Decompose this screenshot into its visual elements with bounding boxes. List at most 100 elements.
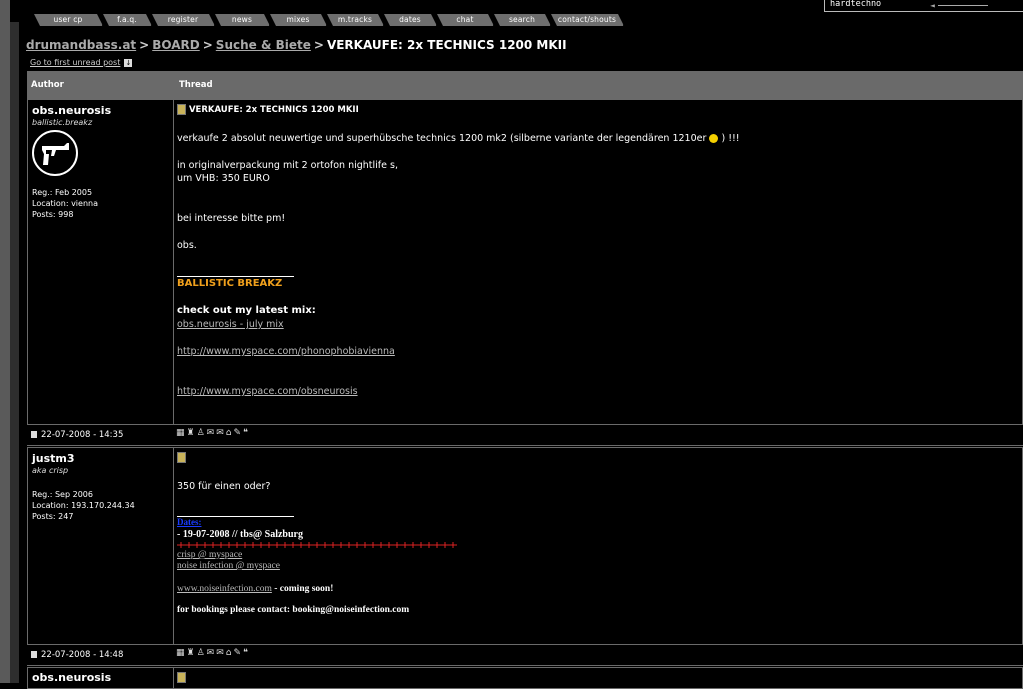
breadcrumb: drumandbass.at > BOARD > Suche & Biete > VERKA… [26,38,567,52]
post-text: bei interesse bitte pm! [177,213,286,224]
first-unread-label: Go to first unread post [30,58,121,67]
post-title [177,452,186,463]
signature-myspace-link[interactable]: http://www.myspace.com/phonophobiavienna [177,346,395,357]
post-text: um VHB: 350 EURO [177,173,270,184]
signature-myspace-link[interactable]: http://www.myspace.com/obsneurosis [177,386,358,397]
tab-dates[interactable]: dates [384,14,437,26]
author-reg-date: Reg.: Sep 2006 [32,490,93,499]
signature-booking: for bookings please contact: booking@noi… [177,605,410,615]
tab-mtracks[interactable]: m.tracks [327,14,384,26]
ip-icon[interactable]: ▦ [176,648,185,659]
tab-mixes[interactable]: mixes [270,14,327,26]
post-author-cell: justm3 aka crisp Reg.: Sep 2006 Location… [27,447,174,645]
author-name[interactable]: obs.neurosis [32,671,111,684]
user-icon[interactable]: ♙ [197,428,205,439]
post-action-icons: ▦ ♜ ♙ ✉ ✉ ⌂ ✎ ❝ [176,428,248,439]
post-date: 22-07-2008 - 14:48 [31,650,123,660]
left-frame-border [0,0,10,683]
breadcrumb-site-link[interactable]: drumandbass.at [26,38,136,52]
edit-icon[interactable]: ✎ [233,428,241,439]
signature-mix-link[interactable]: obs.neurosis - july mix [177,319,284,330]
breadcrumb-forum-link[interactable]: Suche & Biete [216,38,311,52]
post-title: VERKAUFE: 2x TECHNICS 1200 MKII [177,104,359,115]
breadcrumb-separator: > [139,38,150,52]
signature-web-link[interactable]: www.noiseinfection.com [177,584,272,594]
author-name[interactable]: justm3 [32,452,75,465]
tab-user-cp[interactable]: user cp [34,14,103,26]
author-location: Location: vienna [32,199,98,208]
left-frame-inner [10,22,19,683]
author-post-count: Posts: 247 [32,512,74,521]
post-body-cell: 350 für einen oder? Dates: - 19-07-2008 … [173,447,1023,645]
email-icon[interactable]: ✉ [207,428,215,439]
author-column-header: Author [27,71,175,99]
post-text-line: verkaufe 2 absolut neuwertige und superh… [177,133,707,144]
main-nav: user cp f.a.q. register news mixes m.tra… [34,14,624,26]
post-date: 22-07-2008 - 14:35 [31,430,123,440]
edit-icon[interactable]: ✎ [233,648,241,659]
tab-register[interactable]: register [152,14,215,26]
pm-icon[interactable]: ✉ [216,428,224,439]
signature-mix-heading: check out my latest mix: [177,305,316,316]
author-user-title: aka crisp [32,466,69,475]
signature-dates-heading: Dates: [177,517,202,527]
post-footer-bar: 22-07-2008 - 14:35 ▦ ♜ ♙ ✉ ✉ ⌂ ✎ ❝ [27,424,1023,446]
post-title-text: VERKAUFE: 2x TECHNICS 1200 MKII [188,105,359,115]
first-unread-link[interactable]: Go to first unread post ↓ [30,58,133,67]
post-body-cell: VERKAUFE: 2x TECHNICS 1200 MKII verkaufe… [173,99,1023,425]
post-text: verkaufe 2 absolut neuwertige und superh… [177,132,740,145]
post-icon [177,672,186,683]
quote-icon[interactable]: ❝ [243,428,248,439]
genre-select-value: hardtechno [830,0,882,9]
avatar [32,130,78,176]
signature-myspace-link[interactable]: crisp @ myspace [177,550,242,560]
signature-myspace-link[interactable]: noise infection @ myspace [177,561,280,571]
post-document-icon [31,431,37,438]
homepage-icon[interactable]: ⌂ [226,428,232,439]
author-user-title: ballistic.breakz [32,118,93,127]
post-author-cell: obs.neurosis ballistic.breakz Reg.: Feb … [27,99,174,425]
signature-title: BALLISTIC BREAKZ [177,278,283,289]
tab-news[interactable]: news [215,14,270,26]
post-author-cell: obs.neurosis [27,667,174,689]
signature-web-suffix: - coming soon! [274,584,334,594]
pm-icon[interactable]: ✉ [216,648,224,659]
arrow-left-icon: ◄ [930,1,935,10]
tab-faq[interactable]: f.a.q. [103,14,152,26]
tab-contact-shouts[interactable]: contact/shouts [551,14,624,26]
post-title [177,672,186,683]
post-text-line-end: ) !!! [721,133,740,144]
post-date-text: 22-07-2008 - 14:48 [41,650,124,660]
breadcrumb-separator: > [313,38,324,52]
ip-icon[interactable]: ▦ [176,428,185,439]
jump-down-icon: ↓ [124,58,133,67]
signature-red-divider [177,542,457,548]
post-text: in originalverpackung mit 2 ortofon nigh… [177,160,398,171]
author-name[interactable]: obs.neurosis [32,104,111,117]
quote-icon[interactable]: ❝ [243,648,248,659]
signature-web-line: www.noiseinfection.com - coming soon! [177,583,333,596]
profile-icon[interactable]: ♜ [187,648,195,659]
author-post-count: Posts: 998 [32,210,74,219]
breadcrumb-board-link[interactable]: BOARD [152,38,200,52]
email-icon[interactable]: ✉ [207,648,215,659]
homepage-icon[interactable]: ⌂ [226,648,232,659]
author-reg-date: Reg.: Feb 2005 [32,188,93,197]
user-icon[interactable]: ♙ [197,648,205,659]
post-date-text: 22-07-2008 - 14:35 [41,430,124,440]
post-document-icon [31,651,37,658]
profile-icon[interactable]: ♜ [187,428,195,439]
arrow-line [938,5,988,6]
signature-date-entry: - 19-07-2008 // tbs@ Salzburg [177,529,303,540]
signature-divider [177,276,294,277]
post-text: 350 für einen oder? [177,481,271,492]
breadcrumb-separator: > [202,38,213,52]
tab-search[interactable]: search [494,14,551,26]
post-icon [177,452,186,463]
post-footer-bar: 22-07-2008 - 14:48 ▦ ♜ ♙ ✉ ✉ ⌂ ✎ ❝ [27,644,1023,666]
tab-chat[interactable]: chat [437,14,494,26]
post-body-cell [173,667,1023,689]
genre-select[interactable]: hardtechno ◄ [824,0,1023,12]
thread-column-header: Thread [175,71,1023,99]
post-icon [177,104,186,115]
